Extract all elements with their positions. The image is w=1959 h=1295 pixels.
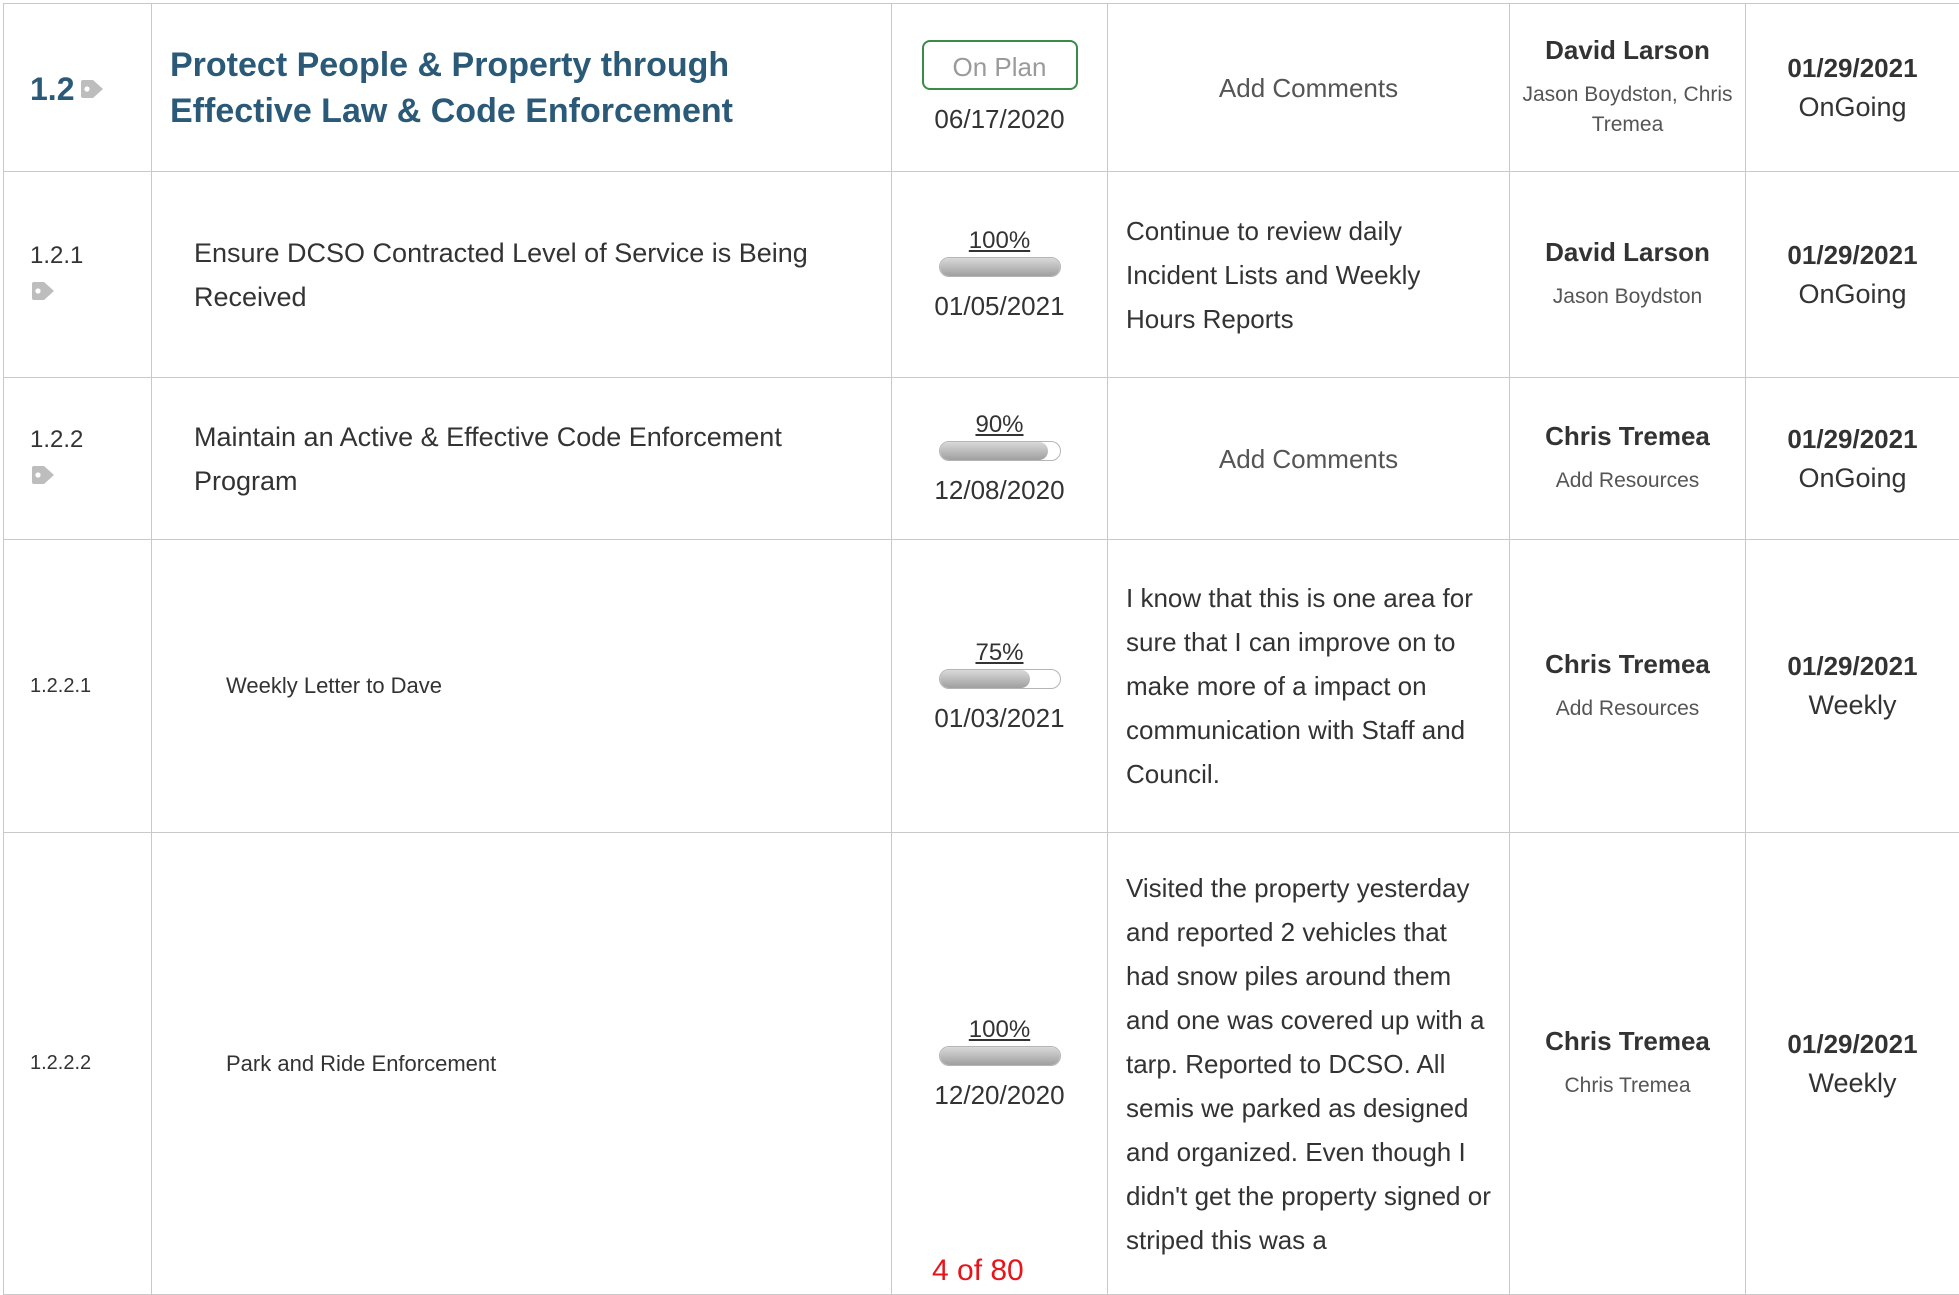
owner-name[interactable]: Chris Tremea (1510, 1026, 1745, 1057)
due-date[interactable]: 01/29/2021 (1746, 424, 1959, 455)
frequency: OnGoing (1746, 92, 1959, 123)
due-date[interactable]: 01/29/2021 (1746, 53, 1959, 84)
due-cell: 01/29/2021 OnGoing (1746, 378, 1959, 540)
comment-text[interactable]: I know that this is one area for sure th… (1108, 540, 1510, 833)
status-cell: 90% 12/08/2020 (892, 378, 1108, 540)
status-date: 12/08/2020 (892, 475, 1107, 506)
comment-text[interactable]: Continue to review daily Incident Lists … (1108, 172, 1510, 378)
progress-label[interactable]: 100% (892, 1016, 1107, 1044)
progress-bar[interactable] (939, 257, 1061, 277)
progress-fill (940, 1047, 1060, 1065)
item-number: 1.2.2.1 (30, 675, 151, 698)
number-cell: 1.2.2.1 (4, 540, 152, 833)
due-cell: 01/29/2021 OnGoing (1746, 172, 1959, 378)
due-date[interactable]: 01/29/2021 (1746, 240, 1959, 271)
add-comments-link[interactable]: Add Comments (1108, 4, 1510, 172)
due-cell: 01/29/2021 Weekly (1746, 833, 1959, 1295)
number-cell: 1.2.1 (4, 172, 152, 378)
owner-cell: David Larson Jason Boydston (1510, 172, 1746, 378)
goal-title[interactable]: Protect People & Property through Effect… (170, 42, 861, 134)
item-number: 1.2.2.2 (30, 1052, 151, 1075)
progress-fill (940, 442, 1048, 460)
progress-bar[interactable] (939, 1046, 1061, 1066)
action-row[interactable]: 1.2.2.1 Weekly Letter to Dave 75% 01/03/… (4, 540, 1959, 833)
due-cell: 01/29/2021 Weekly (1746, 540, 1959, 833)
owner-cell: Chris Tremea Chris Tremea (1510, 833, 1746, 1295)
title-cell: Maintain an Active & Effective Code Enfo… (152, 378, 892, 540)
progress-label[interactable]: 75% (892, 639, 1107, 667)
strategy-title[interactable]: Ensure DCSO Contracted Level of Service … (170, 231, 861, 319)
resources[interactable]: Jason Boydston (1510, 282, 1745, 312)
status-cell: 100% 01/05/2021 (892, 172, 1108, 378)
item-number: 1.2 (30, 71, 74, 107)
status-cell: On Plan 06/17/2020 (892, 4, 1108, 172)
action-title[interactable]: Weekly Letter to Dave (170, 673, 861, 699)
number-cell: 1.2.2.2 (4, 833, 152, 1295)
add-resources-link[interactable]: Add Resources (1510, 466, 1745, 496)
item-number: 1.2.1 (30, 242, 151, 270)
owner-name[interactable]: Chris Tremea (1510, 649, 1745, 680)
strategy-title[interactable]: Maintain an Active & Effective Code Enfo… (170, 415, 861, 503)
progress-fill (940, 670, 1030, 688)
goal-row[interactable]: 1.2 Protect People & Property through Ef… (4, 4, 1959, 172)
frequency: OnGoing (1746, 463, 1959, 494)
status-badge[interactable]: On Plan (922, 40, 1078, 90)
progress-bar[interactable] (939, 441, 1061, 461)
action-title[interactable]: Park and Ride Enforcement (170, 1051, 861, 1077)
frequency: Weekly (1746, 690, 1959, 721)
item-number: 1.2.2 (30, 426, 151, 454)
page-indicator: 4 of 80 (932, 1254, 1024, 1288)
title-cell: Weekly Letter to Dave (152, 540, 892, 833)
owner-name[interactable]: David Larson (1510, 237, 1745, 268)
owner-name[interactable]: David Larson (1510, 35, 1745, 66)
strategic-plan-table: 1.2 Protect People & Property through Ef… (3, 3, 1959, 1295)
progress-fill (940, 258, 1060, 276)
status-date: 06/17/2020 (892, 104, 1107, 135)
status-date: 12/20/2020 (892, 1080, 1107, 1111)
owner-cell: David Larson Jason Boydston, Chris Treme… (1510, 4, 1746, 172)
comment-cell: Visited the property yesterday and repor… (1108, 833, 1510, 1295)
add-resources-link[interactable]: Add Resources (1510, 694, 1745, 724)
tag-icon[interactable] (79, 78, 105, 100)
progress-label[interactable]: 90% (892, 411, 1107, 439)
tag-icon[interactable] (30, 464, 56, 486)
progress-bar[interactable] (939, 669, 1061, 689)
due-date[interactable]: 01/29/2021 (1746, 651, 1959, 682)
frequency: OnGoing (1746, 279, 1959, 310)
title-cell: Ensure DCSO Contracted Level of Service … (152, 172, 892, 378)
owner-name[interactable]: Chris Tremea (1510, 421, 1745, 452)
owner-cell: Chris Tremea Add Resources (1510, 378, 1746, 540)
progress-label[interactable]: 100% (892, 227, 1107, 255)
owner-cell: Chris Tremea Add Resources (1510, 540, 1746, 833)
action-row[interactable]: 1.2.2.2 Park and Ride Enforcement 100% 1… (4, 833, 1959, 1295)
status-date: 01/05/2021 (892, 291, 1107, 322)
status-date: 01/03/2021 (892, 703, 1107, 734)
title-cell: Park and Ride Enforcement (152, 833, 892, 1295)
title-cell: Protect People & Property through Effect… (152, 4, 892, 172)
strategy-row[interactable]: 1.2.1 Ensure DCSO Contracted Level of Se… (4, 172, 1959, 378)
resources[interactable]: Jason Boydston, Chris Tremea (1510, 80, 1745, 140)
strategy-row[interactable]: 1.2.2 Maintain an Active & Effective Cod… (4, 378, 1959, 540)
due-cell: 01/29/2021 OnGoing (1746, 4, 1959, 172)
due-date[interactable]: 01/29/2021 (1746, 1029, 1959, 1060)
resources[interactable]: Chris Tremea (1510, 1071, 1745, 1101)
number-cell: 1.2.2 (4, 378, 152, 540)
status-cell: 75% 01/03/2021 (892, 540, 1108, 833)
frequency: Weekly (1746, 1068, 1959, 1099)
tag-icon[interactable] (30, 280, 56, 302)
add-comments-link[interactable]: Add Comments (1108, 378, 1510, 540)
status-cell: 100% 12/20/2020 4 of 80 (892, 833, 1108, 1295)
number-cell: 1.2 (4, 4, 152, 172)
comment-text[interactable]: Visited the property yesterday and repor… (1126, 866, 1491, 1262)
